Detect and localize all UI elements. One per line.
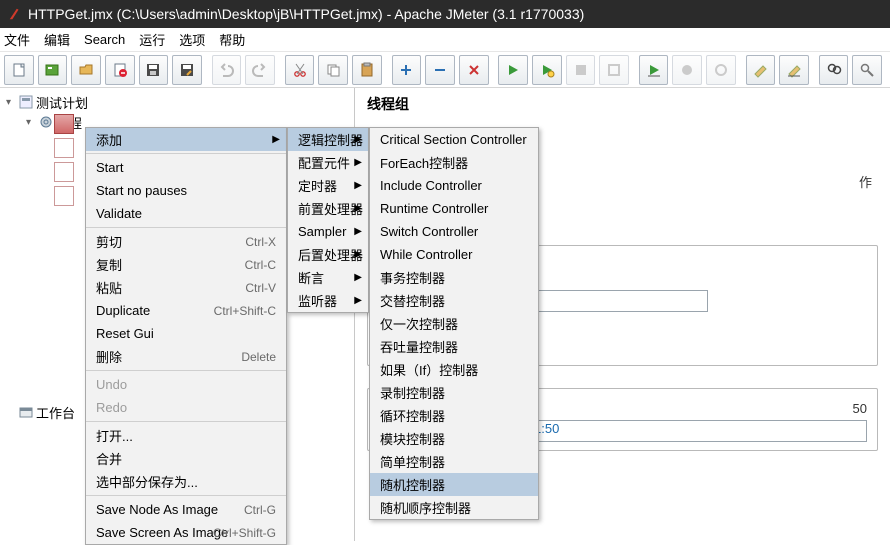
mi-open[interactable]: 打开... [86,424,286,447]
mi-undo: Undo [86,373,286,396]
tb-copy-icon[interactable] [318,55,348,85]
tb-run-notimer-icon[interactable] [532,55,562,85]
mi-postprocessor[interactable]: 后置处理器▶ [288,243,368,266]
sampler-icon [54,162,74,182]
tb-close-icon[interactable] [105,55,135,85]
mi-copy[interactable]: 复制Ctrl-C [86,253,286,276]
mi-recording-controller[interactable]: 录制控制器 [370,381,538,404]
submenu-add: 逻辑控制器▶ 配置元件▶ 定时器▶ 前置处理器▶ Sampler▶ 后置处理器▶… [287,127,369,313]
mi-include-controller[interactable]: Include Controller [370,174,538,197]
menu-run[interactable]: 运行 [139,30,165,49]
panel-title: 线程组 [367,94,878,114]
sched-row1-suffix: 50 [853,401,867,416]
menubar: 文件 编辑 Search 运行 选项 帮助 [0,28,890,52]
mi-simple-controller[interactable]: 简单控制器 [370,450,538,473]
window-titlebar: HTTPGet.jmx (C:\Users\admin\Desktop\jB\H… [0,0,890,28]
mi-switch-controller[interactable]: Switch Controller [370,220,538,243]
sampler-icon [54,114,74,134]
context-menu: 添加▶ Start Start no pauses Validate 剪切Ctr… [85,127,287,545]
mi-runtime-controller[interactable]: Runtime Controller [370,197,538,220]
mi-random-controller[interactable]: 随机控制器 [370,473,538,496]
mi-paste[interactable]: 粘贴Ctrl-V [86,276,286,299]
mi-start[interactable]: Start [86,156,286,179]
tb-expand-icon[interactable] [392,55,422,85]
tb-undo-icon[interactable] [212,55,242,85]
tb-toggle-icon[interactable] [459,55,489,85]
tb-redo-icon[interactable] [245,55,275,85]
mi-throughput-controller[interactable]: 吞吐量控制器 [370,335,538,358]
mi-critical-section-controller[interactable]: Critical Section Controller [370,128,538,151]
mi-assertion[interactable]: 断言▶ [288,266,368,289]
tb-shutdown-icon[interactable] [599,55,629,85]
tb-collapse-icon[interactable] [425,55,455,85]
tree-children-icons [54,114,78,206]
tb-remote-stop-icon[interactable] [672,55,702,85]
tree-label-workbench: 工作台 [36,403,75,422]
menu-options[interactable]: 选项 [179,30,205,49]
mi-timer[interactable]: 定时器▶ [288,174,368,197]
mi-logic-controller[interactable]: 逻辑控制器▶ [288,128,368,151]
tb-clear-all-icon[interactable] [779,55,809,85]
mi-savesel[interactable]: 选中部分保存为... [86,470,286,493]
mi-delete[interactable]: 删除Delete [86,345,286,368]
tb-clear-icon[interactable] [746,55,776,85]
tb-run-icon[interactable] [498,55,528,85]
mi-config-element[interactable]: 配置元件▶ [288,151,368,174]
mi-merge[interactable]: 合并 [86,447,286,470]
tb-function-icon[interactable] [852,55,882,85]
mi-save-node-image[interactable]: Save Node As ImageCtrl-G [86,498,286,521]
sampler-icon [54,138,74,158]
mi-while-controller[interactable]: While Controller [370,243,538,266]
menu-help[interactable]: 帮助 [219,30,245,49]
tb-saveas-icon[interactable] [172,55,202,85]
mi-start-nopauses[interactable]: Start no pauses [86,179,286,202]
mi-module-controller[interactable]: 模块控制器 [370,427,538,450]
tb-stop-icon[interactable] [566,55,596,85]
mi-loop-controller[interactable]: 循环控制器 [370,404,538,427]
tb-save-icon[interactable] [139,55,169,85]
mi-resetgui[interactable]: Reset Gui [86,322,286,345]
window-title: HTTPGet.jmx (C:\Users\admin\Desktop\jB\H… [28,6,584,22]
tb-cut-icon[interactable] [285,55,315,85]
toolbar [0,52,890,88]
tb-templates-icon[interactable] [38,55,68,85]
mi-if-controller[interactable]: 如果（If）控制器 [370,358,538,381]
mi-add[interactable]: 添加▶ [86,128,286,151]
mi-interleave-controller[interactable]: 交替控制器 [370,289,538,312]
mi-redo: Redo [86,396,286,419]
menu-edit[interactable]: 编辑 [44,30,70,49]
mi-listener[interactable]: 监听器▶ [288,289,368,312]
tree-node-testplan[interactable]: ▾ 测试计划 [0,92,354,112]
mi-cut[interactable]: 剪切Ctrl-X [86,230,286,253]
mi-foreach-controller[interactable]: ForEach控制器 [370,151,538,174]
tb-remote-shutdown-icon[interactable] [706,55,736,85]
tb-remote-start-icon[interactable] [639,55,669,85]
tb-new-icon[interactable] [4,55,34,85]
menu-search[interactable]: Search [84,32,125,47]
tb-search-icon[interactable] [819,55,849,85]
mi-duplicate[interactable]: DuplicateCtrl+Shift-C [86,299,286,322]
tb-open-icon[interactable] [71,55,101,85]
mi-transaction-controller[interactable]: 事务控制器 [370,266,538,289]
mi-validate[interactable]: Validate [86,202,286,225]
mi-sampler[interactable]: Sampler▶ [288,220,368,243]
tb-paste-icon[interactable] [352,55,382,85]
menu-file[interactable]: 文件 [4,30,30,49]
mi-preprocessor[interactable]: 前置处理器▶ [288,197,368,220]
app-icon [8,7,22,21]
action-label-suffix: 作 [859,175,872,190]
submenu-logic-controller: Critical Section Controller ForEach控制器 I… [369,127,539,520]
sampler-icon [54,186,74,206]
mi-once-only-controller[interactable]: 仅一次控制器 [370,312,538,335]
mi-random-order-controller[interactable]: 随机顺序控制器 [370,496,538,519]
tree-label-testplan: 测试计划 [36,93,88,112]
